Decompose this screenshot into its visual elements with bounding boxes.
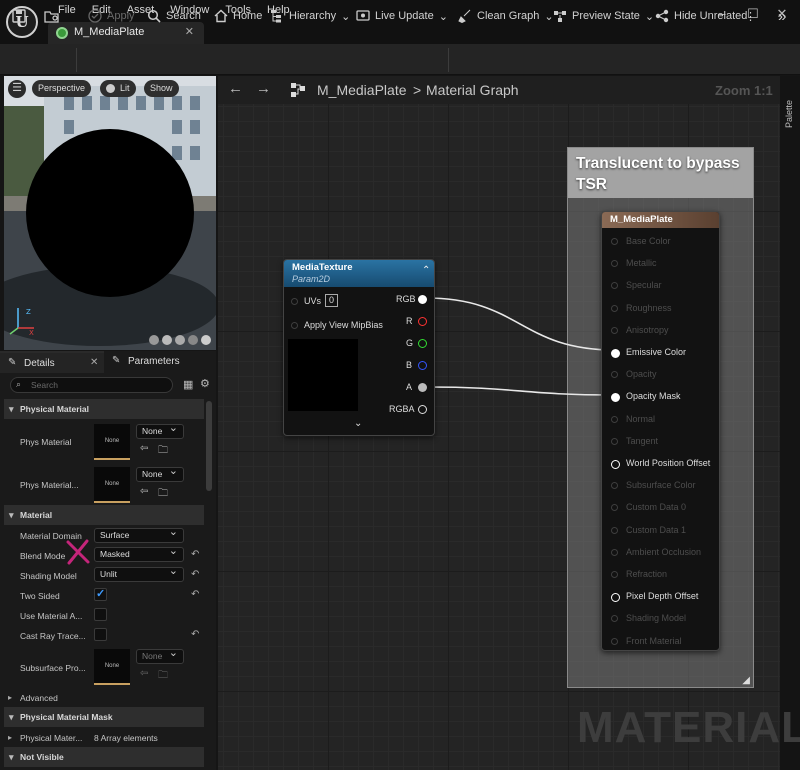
input-pin-custom-data-1[interactable]: [611, 526, 618, 534]
output-r-pin[interactable]: [418, 317, 427, 326]
input-pin-subsurface-color[interactable]: [611, 482, 618, 490]
input-pin-normal[interactable]: [611, 415, 618, 423]
output-g-pin[interactable]: [418, 339, 427, 348]
uvs-label: UVs: [304, 296, 322, 306]
mipbias-label: Apply View MipBias: [304, 320, 383, 330]
input-label-normal: Normal: [626, 413, 656, 424]
output-r-label: R: [406, 316, 413, 326]
input-pin-pixel-depth-offset[interactable]: [611, 593, 620, 603]
uvs-value-field[interactable]: 0: [325, 294, 338, 307]
input-label-emissive-color: Emissive Color: [626, 347, 687, 357]
input-pin-custom-data-0[interactable]: [611, 504, 618, 512]
uvs-input-pin[interactable]: [291, 298, 298, 305]
output-rgba-label: RGBA: [389, 404, 415, 414]
output-a-pin[interactable]: [418, 383, 427, 392]
input-label-custom-data-0: Custom Data 0: [626, 502, 687, 513]
input-label-pixel-depth-offset: Pixel Depth Offset: [626, 591, 699, 602]
output-b-label: B: [406, 360, 413, 370]
texture-preview: [288, 339, 358, 411]
input-label-tangent: Tangent: [626, 435, 659, 446]
node-title: MediaTexture: [292, 262, 353, 273]
input-pin-roughness[interactable]: [611, 304, 618, 312]
input-pin-metallic[interactable]: [611, 260, 618, 268]
input-pin-shading-model[interactable]: [611, 615, 618, 623]
material-result-node[interactable]: M_MediaPlate Base Color Metallic Specular R…: [601, 211, 720, 651]
wire-a-to-opacity-mask: [425, 386, 616, 396]
input-pin-anisotropy[interactable]: [611, 326, 618, 334]
input-pin-specular[interactable]: [611, 282, 618, 290]
media-texture-node[interactable]: MediaTexture Param2D ⌃ UVs 0 Apply View …: [283, 259, 435, 436]
input-pin-refraction[interactable]: [611, 571, 618, 578]
input-pin-base-color[interactable]: [611, 238, 618, 245]
node-subtitle: Param2D: [292, 274, 331, 284]
collapse-chevron-icon[interactable]: ⌃: [422, 265, 430, 276]
output-g-label: G: [406, 338, 414, 348]
wire-rgb-to-emissive: [425, 297, 616, 351]
output-b-pin[interactable]: [418, 361, 427, 370]
input-pin-world-position-offset[interactable]: [611, 460, 620, 469]
output-a-label: A: [406, 382, 413, 392]
input-pin-emissive-color[interactable]: [611, 349, 620, 358]
input-label-custom-data-1: Custom Data 1: [626, 524, 687, 535]
input-label-world-position-offset: World Position Offset: [626, 458, 711, 468]
input-pin-opacity-mask[interactable]: [611, 393, 620, 403]
node-title: M_MediaPlate: [610, 214, 673, 225]
output-rgb-label: RGB: [396, 294, 416, 304]
output-rgb-pin[interactable]: [418, 295, 427, 304]
material-watermark: MATERIAL: [577, 703, 800, 752]
input-pin-tangent[interactable]: [611, 437, 618, 445]
input-label-anisotropy: Anisotropy: [626, 324, 669, 335]
input-label-ambient-occlusion: Ambient Occlusion: [626, 546, 702, 557]
mipbias-input-pin[interactable]: [291, 322, 298, 329]
expand-chevron-icon[interactable]: ⌄: [354, 418, 362, 429]
input-label-shading-model: Shading Model: [626, 613, 687, 624]
input-label-opacity: Opacity: [626, 369, 657, 380]
input-label-front-material: Front Material: [626, 635, 682, 646]
input-label-opacity-mask: Opacity Mask: [626, 391, 681, 402]
input-label-metallic: Metallic: [626, 258, 657, 269]
input-label-roughness: Roughness: [626, 302, 672, 313]
input-label-base-color: Base Color: [626, 236, 671, 246]
input-label-specular: Specular: [626, 280, 662, 291]
input-pin-ambient-occlusion[interactable]: [611, 548, 618, 556]
input-pin-opacity[interactable]: [611, 371, 618, 379]
input-pin-front-material[interactable]: [611, 637, 618, 645]
input-label-subsurface-color: Subsurface Color: [626, 480, 696, 491]
input-label-refraction: Refraction: [626, 569, 668, 579]
output-rgba-pin[interactable]: [418, 405, 427, 414]
